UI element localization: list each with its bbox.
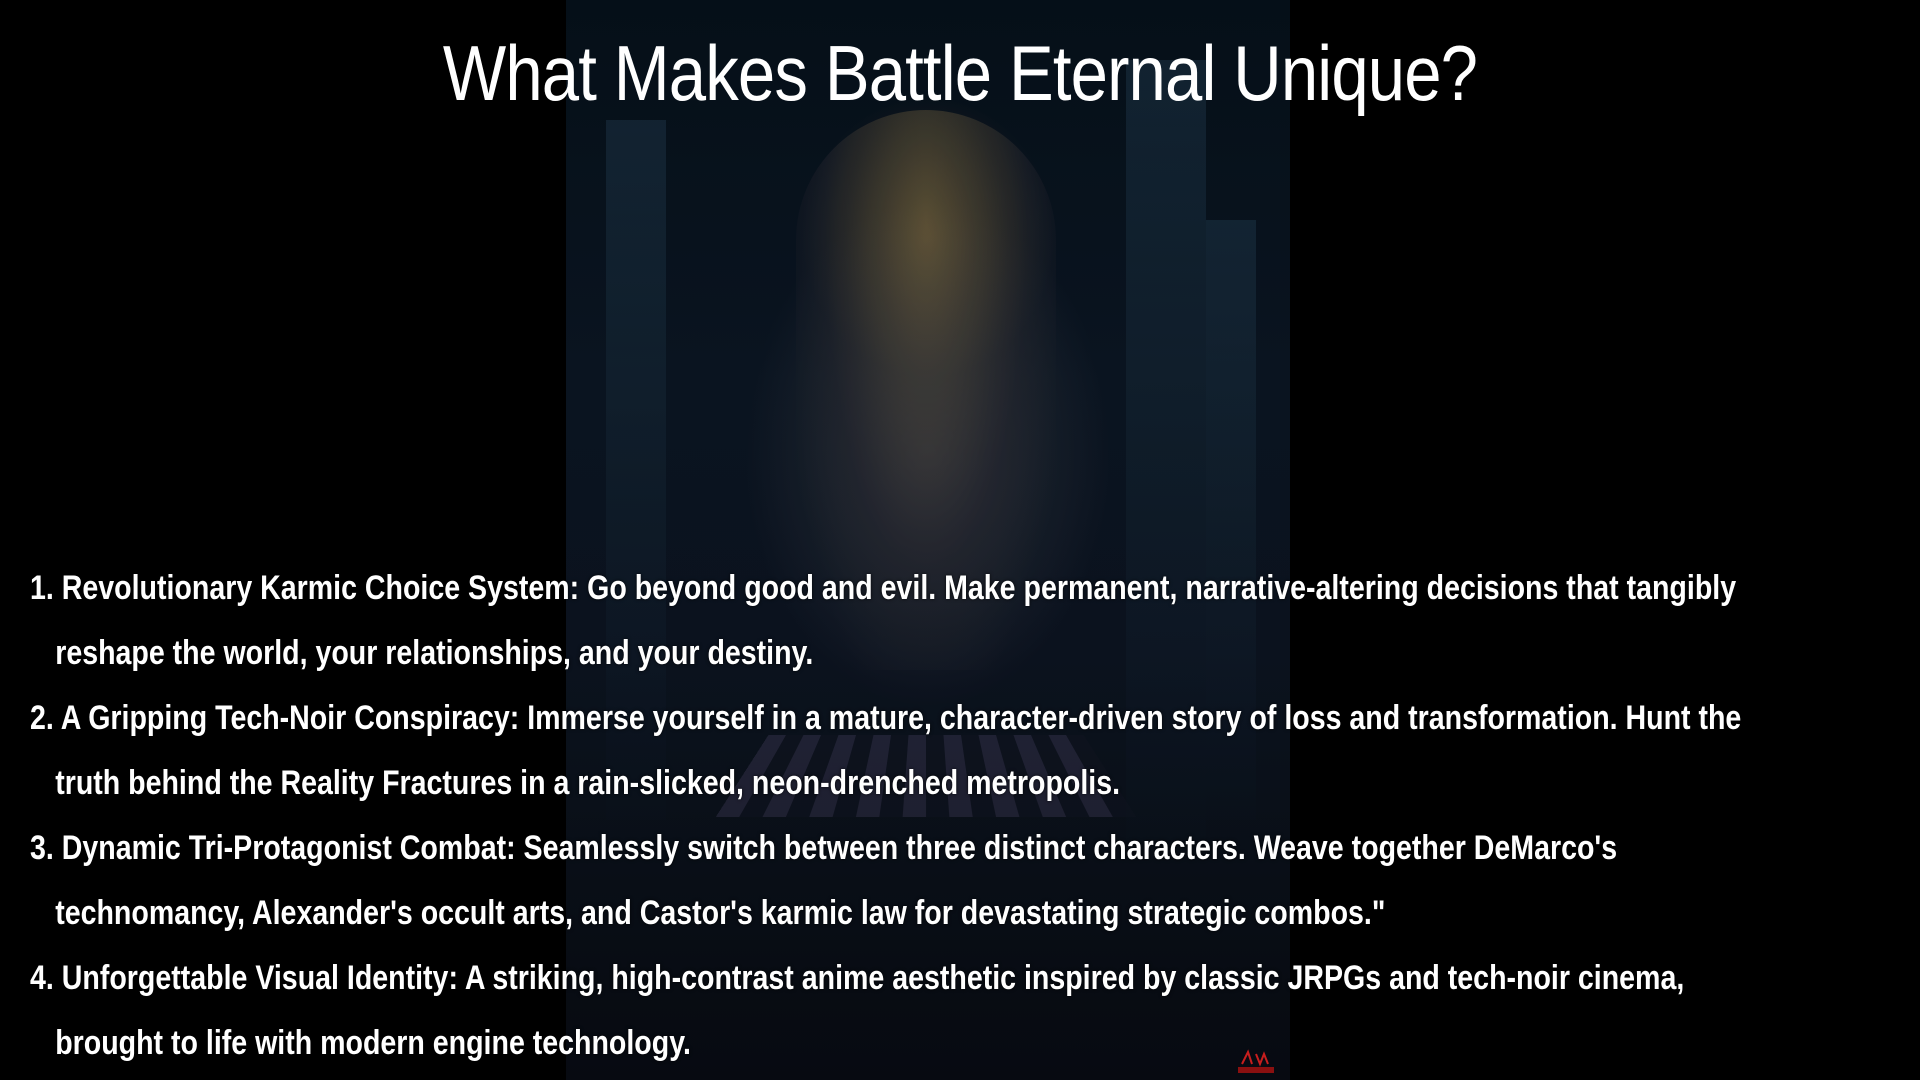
feature-text: Dynamic Tri-Protagonist Combat: Seamless…	[61, 829, 1618, 867]
feature-item: 4. Unforgettable Visual Identity: A stri…	[30, 946, 1903, 1076]
feature-text: Unforgettable Visual Identity: A strikin…	[61, 959, 1685, 997]
feature-text-continued: technomancy, Alexander's occult arts, an…	[55, 894, 1386, 932]
feature-text-continued: reshape the world, your relationships, a…	[55, 634, 814, 672]
feature-item: 3. Dynamic Tri-Protagonist Combat: Seaml…	[30, 816, 1903, 946]
feature-text: Revolutionary Karmic Choice System: Go b…	[61, 569, 1737, 607]
feature-text-continued: truth behind the Reality Fractures in a …	[55, 764, 1121, 802]
feature-item: 1. Revolutionary Karmic Choice System: G…	[30, 556, 1903, 686]
feature-number: 3.	[30, 829, 54, 867]
page-title: What Makes Battle Eternal Unique?	[442, 29, 1478, 117]
feature-number: 4.	[30, 959, 54, 997]
feature-text: A Gripping Tech-Noir Conspiracy: Immerse…	[60, 699, 1742, 737]
feature-text-continued: brought to life with modern engine techn…	[55, 1024, 691, 1062]
feature-number: 2.	[30, 699, 54, 737]
feature-item: 2. A Gripping Tech-Noir Conspiracy: Imme…	[30, 686, 1903, 816]
slide: What Makes Battle Eternal Unique? 1. Rev…	[0, 0, 1920, 1080]
feature-list: 1. Revolutionary Karmic Choice System: G…	[30, 556, 1910, 1076]
feature-number: 1.	[30, 569, 54, 607]
